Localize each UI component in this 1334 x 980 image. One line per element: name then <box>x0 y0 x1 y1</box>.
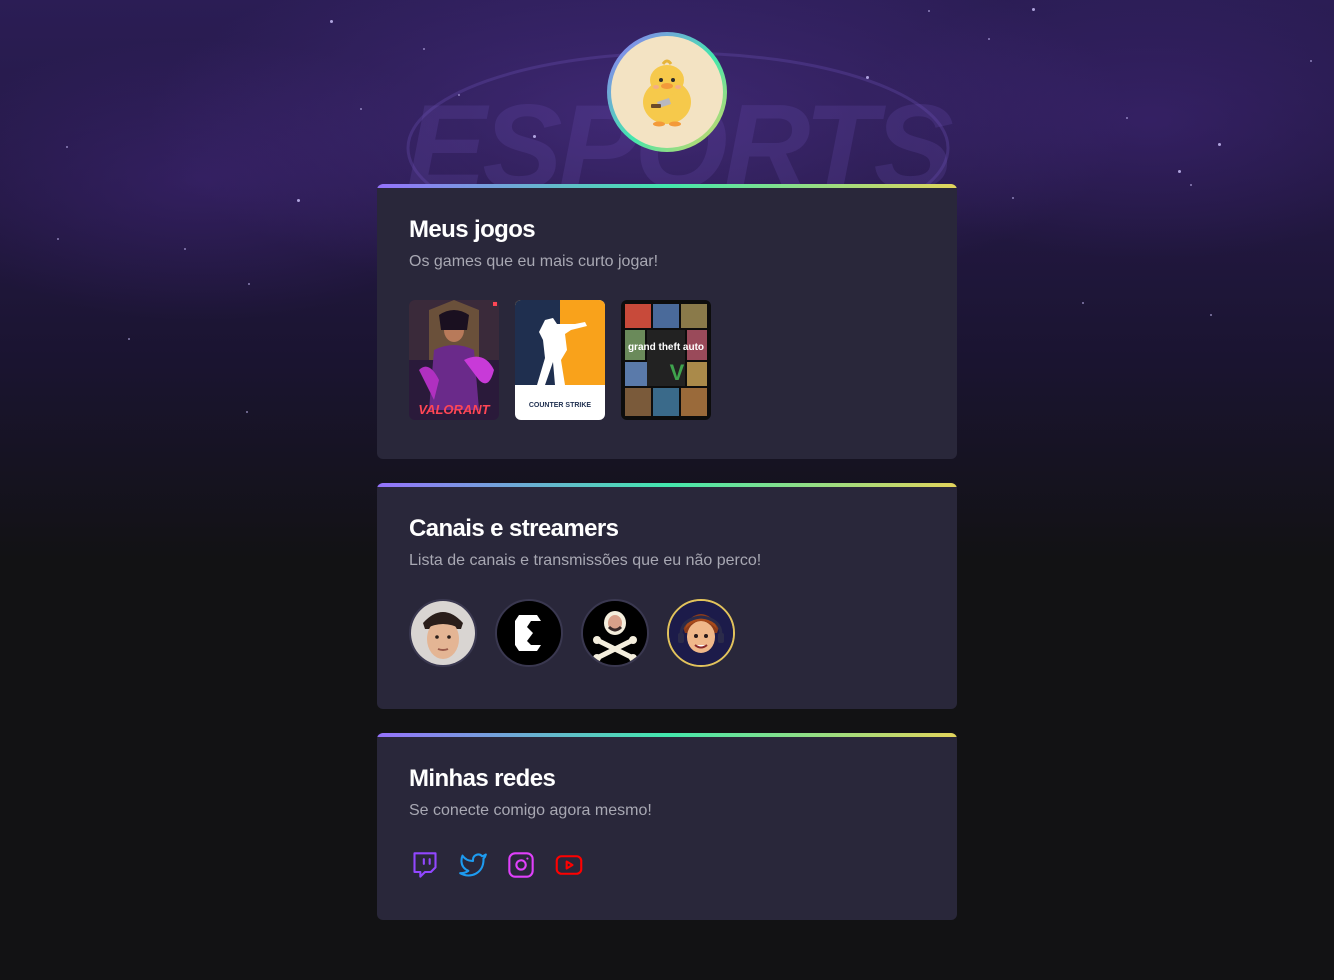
channels-subtitle: Lista de canais e transmissões que eu nã… <box>409 552 762 569</box>
skull-crossbones-avatar <box>583 601 647 665</box>
channel-cartoon[interactable] <box>667 599 735 667</box>
game-cs-label: COUNTER STRIKE <box>529 402 592 409</box>
game-counter-strike[interactable]: COUNTER STRIKE <box>515 300 605 420</box>
youtube-icon[interactable] <box>555 851 583 879</box>
c-logo-avatar <box>497 601 561 665</box>
streamer-face-avatar <box>411 601 475 665</box>
channels-title: Canais e streamers <box>409 515 619 542</box>
channels-list <box>409 599 925 667</box>
cartoon-streamer-avatar <box>669 601 733 665</box>
game-gta-label: grand theft auto <box>628 342 704 353</box>
games-list: VALORANT COUNTER STRIKE grand theft auto… <box>409 300 925 420</box>
social-card: Minhas redes Se conecte comigo agora mes… <box>377 733 957 920</box>
social-title: Minhas redes <box>409 765 556 792</box>
svg-text:V: V <box>670 360 685 385</box>
games-subtitle: Os games que eu mais curto jogar! <box>409 253 659 270</box>
channel-skull[interactable] <box>581 599 649 667</box>
games-title: Meus jogos <box>409 216 536 243</box>
channel-c-logo[interactable] <box>495 599 563 667</box>
social-links <box>411 851 925 879</box>
channel-streamer-face[interactable] <box>409 599 477 667</box>
game-gta-v[interactable]: grand theft auto V <box>621 300 711 420</box>
twitter-icon[interactable] <box>459 851 487 879</box>
profile-avatar <box>607 32 727 152</box>
duck-avatar-icon <box>643 59 691 127</box>
games-card: Meus jogos Os games que eu mais curto jo… <box>377 184 957 459</box>
channels-card: Canais e streamers Lista de canais e tra… <box>377 483 957 709</box>
twitch-icon[interactable] <box>411 851 439 879</box>
social-subtitle: Se conecte comigo agora mesmo! <box>409 802 652 819</box>
instagram-icon[interactable] <box>507 851 535 879</box>
game-valorant-label: VALORANT <box>418 402 490 417</box>
game-valorant[interactable]: VALORANT <box>409 300 499 420</box>
